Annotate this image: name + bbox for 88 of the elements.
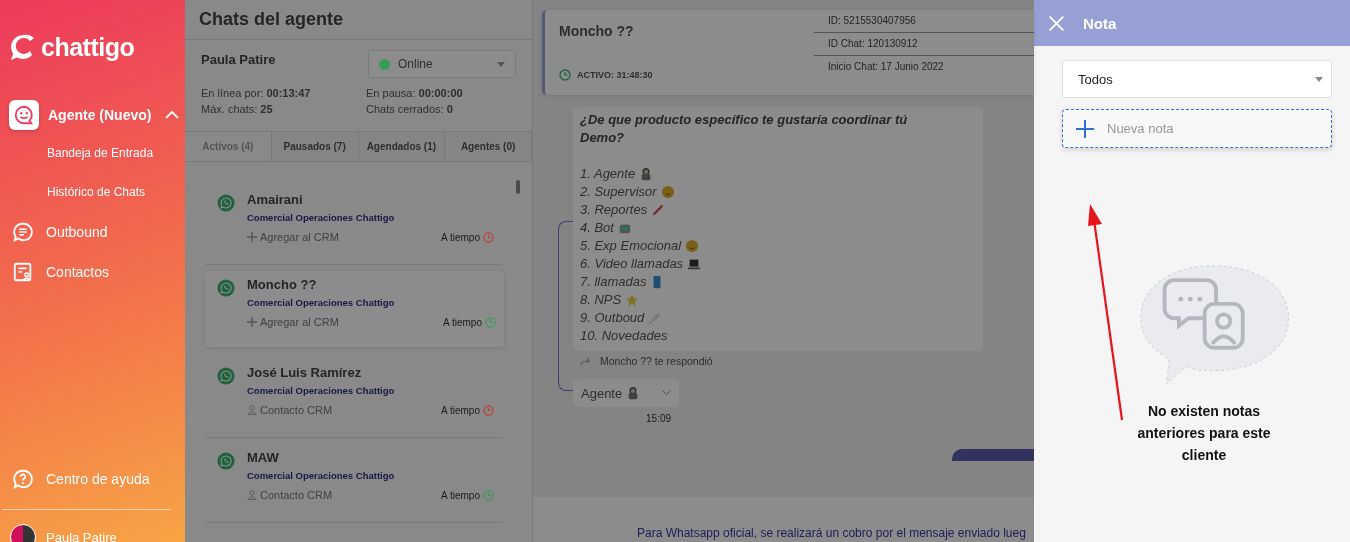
face-icon bbox=[685, 239, 700, 253]
whatsapp-icon bbox=[217, 367, 235, 385]
tab[interactable]: Agentes (0) bbox=[445, 132, 532, 161]
chat-icon bbox=[12, 221, 34, 243]
crm-link[interactable]: Agregar al CRM bbox=[247, 316, 339, 328]
chat-card[interactable]: MAW Comercial Operaciones Chattigo Contacto CRM A tiempo bbox=[205, 438, 502, 523]
crm-link[interactable]: Contacto CRM bbox=[247, 404, 333, 416]
dropdown-caret-icon bbox=[1315, 76, 1323, 82]
help-icon bbox=[12, 468, 34, 490]
billing-notice: Para Whatsapp oficial, se realizará un cobro por el mensaje enviado lueg bbox=[637, 526, 1026, 540]
team-name: Comercial Operaciones Chattigo bbox=[247, 470, 396, 481]
plus-icon bbox=[247, 232, 257, 242]
tab[interactable]: Pausados (7) bbox=[271, 132, 359, 161]
team-name: Comercial Operaciones Chattigo bbox=[247, 212, 396, 223]
team-name: Comercial Operaciones Chattigo bbox=[247, 297, 396, 308]
chat-card[interactable]: José Luis Ramírez Comercial Operaciones Chattigo Contacto CRM A tiempo bbox=[205, 353, 502, 438]
crm-link[interactable]: Contacto CRM bbox=[247, 489, 333, 501]
option-text: 2. Supervisor bbox=[580, 183, 657, 201]
timing-label: A tiempo bbox=[443, 316, 482, 328]
whatsapp-icon bbox=[217, 452, 235, 470]
stat-text: En línea por: 00:13:47 bbox=[201, 87, 312, 99]
nav-item[interactable]: Outbound bbox=[0, 212, 185, 252]
reply-text: Agente bbox=[581, 385, 623, 401]
option-text: 6. Video llamadas bbox=[580, 255, 684, 273]
smile-icon bbox=[9, 100, 39, 130]
logo-text: chattigo bbox=[41, 32, 135, 62]
contact-name: MAW bbox=[247, 450, 280, 465]
whatsapp-icon bbox=[217, 279, 235, 297]
dropdown-caret-icon bbox=[497, 61, 505, 67]
contact-name: Amairani bbox=[247, 192, 304, 207]
plus-icon bbox=[1075, 118, 1095, 139]
help-link[interactable]: Centro de ayuda bbox=[0, 459, 185, 499]
stars-icon bbox=[625, 293, 640, 307]
option-text: 9. Outboud bbox=[580, 309, 645, 327]
empty-message: No existen notas anteriores para este cliente bbox=[1136, 402, 1272, 465]
chat-detail: Inicio Chat: 17 Junio 2022 bbox=[827, 60, 945, 74]
timing-label: A tiempo bbox=[441, 489, 480, 501]
contacts-icon bbox=[12, 261, 34, 283]
face-icon bbox=[660, 185, 675, 199]
stat-text: Máx. chats: 25 bbox=[201, 103, 274, 115]
scrollbar-thumb[interactable] bbox=[516, 180, 520, 194]
new-note-button[interactable]: Nueva nota bbox=[1062, 109, 1332, 148]
reply-arrow-icon bbox=[580, 356, 592, 366]
contact-name: José Luis Ramírez bbox=[247, 365, 363, 380]
person-icon bbox=[247, 405, 257, 415]
nav-subitem[interactable]: Histórico de Chats bbox=[0, 173, 185, 212]
close-icon[interactable] bbox=[1048, 14, 1065, 32]
option-text: 5. Exp Emocional bbox=[580, 237, 682, 255]
message-question: ¿De que producto específico te gustaría coordinar tú Demo? bbox=[580, 111, 909, 147]
person-icon bbox=[247, 490, 257, 500]
chat-detail: ID: 5215530407956 bbox=[814, 10, 1034, 33]
active-timer: ACTIVO: 31:48:30 bbox=[577, 70, 653, 80]
status-dropdown[interactable]: Online bbox=[368, 50, 516, 78]
panel-title: Chats del agente bbox=[185, 0, 532, 40]
stat-text: En pausa: 00:00:00 bbox=[366, 87, 464, 99]
tab[interactable]: Agendados (1) bbox=[358, 132, 446, 161]
timing-label: A tiempo bbox=[441, 404, 480, 416]
plus-icon bbox=[247, 317, 257, 327]
filter-dropdown[interactable]: Todos bbox=[1062, 60, 1332, 98]
option-text: 3. Reportes bbox=[580, 201, 648, 219]
chevron-down-icon[interactable] bbox=[662, 390, 671, 396]
crm-link[interactable]: Agregar al CRM bbox=[247, 231, 339, 243]
nav-item[interactable]: Contactos bbox=[0, 252, 185, 292]
laptop-icon bbox=[687, 257, 702, 271]
option-text: 8. NPS bbox=[580, 291, 622, 309]
user-name: Paula Patire bbox=[46, 529, 117, 542]
chat-card[interactable]: Moncho ?? Comercial Operaciones Chattigo Agregar al CRM A tiempo bbox=[205, 271, 504, 347]
whatsapp-icon bbox=[217, 194, 235, 212]
nav-subitem[interactable]: Bandeja de Entrada bbox=[0, 134, 185, 173]
timing-label: A tiempo bbox=[441, 231, 480, 243]
option-text: 7. llamadas bbox=[580, 273, 647, 291]
option-text: 1. Agente bbox=[580, 165, 636, 183]
stat-text: Chats cerrados: 0 bbox=[366, 103, 454, 115]
option-text: 10. Novedades bbox=[580, 327, 668, 345]
team-name: Comercial Operaciones Chattigo bbox=[247, 385, 396, 396]
chat-contact-name: Moncho ?? bbox=[559, 23, 635, 39]
chat-detail: ID Chat: 120130912 bbox=[814, 33, 1034, 56]
panel-title: Nota bbox=[1083, 14, 1117, 32]
rocket-icon bbox=[648, 311, 663, 325]
pencil-icon bbox=[651, 203, 666, 217]
chat-card[interactable]: Amairani Comercial Operaciones Chattigo Agregar al CRM A tiempo bbox=[205, 180, 502, 265]
reply-note: Moncho ?? te respondió bbox=[600, 355, 713, 367]
clock-icon bbox=[559, 69, 571, 81]
message-time: 15:09 bbox=[646, 413, 672, 424]
agent-name: Paula Patire bbox=[201, 52, 276, 67]
contact-name: Moncho ?? bbox=[247, 277, 318, 292]
nav-item[interactable]: Agente (Nuevo) bbox=[0, 96, 185, 134]
option-text: 4. Bot bbox=[580, 219, 614, 237]
